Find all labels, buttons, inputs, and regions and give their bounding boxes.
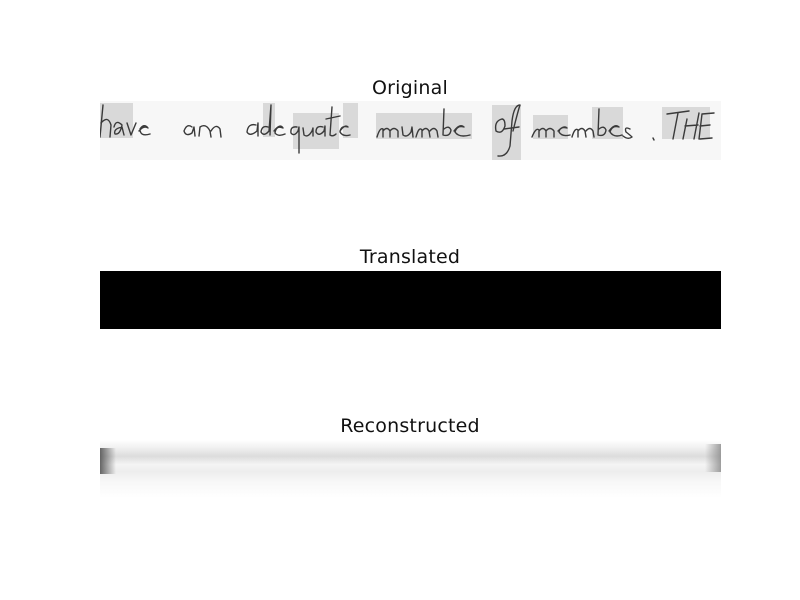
original-handwriting-svg — [100, 101, 721, 160]
reconstructed-image — [100, 440, 721, 498]
original-title: Original — [372, 77, 448, 99]
reconstructed-title: Reconstructed — [340, 415, 480, 437]
reconstructed-band — [100, 440, 721, 498]
original-handwriting-image — [100, 101, 721, 160]
right-edge-shadow — [705, 444, 721, 472]
translated-image — [100, 271, 721, 329]
reconstructed-svg — [100, 440, 721, 498]
left-edge-shadow — [100, 448, 116, 474]
translated-title: Translated — [359, 246, 461, 268]
